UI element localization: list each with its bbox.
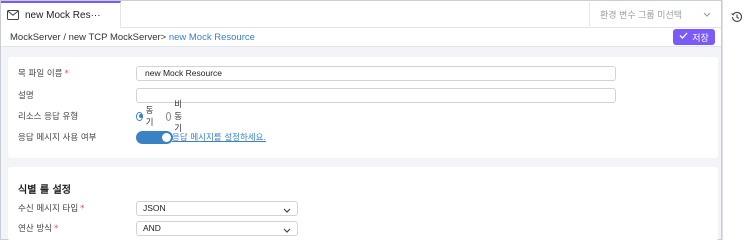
msg-type-label: 수신 메시지 타입 *: [18, 204, 85, 214]
description-input[interactable]: [136, 87, 616, 103]
save-label: 저장: [692, 33, 709, 44]
mail-icon: [7, 9, 19, 22]
tab-label: new Mock Res···: [25, 10, 101, 21]
file-name-input[interactable]: new Mock Resource: [136, 65, 616, 81]
breadcrumb-bar: MockServer / new TCP MockServer> new Moc…: [1, 28, 721, 47]
history-icon: [731, 11, 743, 25]
msg-type-select[interactable]: JSON: [136, 200, 298, 216]
app-frame: new Mock Res··· 환경 변수 그룹 미선택 MockServer …: [0, 0, 722, 240]
identify-rules-card: 식별 룰 설정 수신 메시지 타입 * JSON 연산 방식 * AND: [8, 167, 718, 240]
description-row: 설명: [18, 87, 616, 103]
breadcrumb-path[interactable]: MockServer / new TCP MockServer>: [10, 32, 169, 43]
radio-async-circle[interactable]: [165, 111, 172, 121]
response-msg-link[interactable]: 응답 메시지를 설정하세요.: [172, 131, 266, 143]
operation-row: 연산 방식 * AND: [18, 220, 298, 236]
radio-async[interactable]: 비동기: [165, 98, 186, 134]
chevron-down-icon: [283, 226, 291, 236]
response-type-label: 리소스 응답 유형: [18, 112, 79, 122]
response-type-row: 리소스 응답 유형 동기 비동기: [18, 100, 182, 134]
operation-label: 연산 방식 *: [18, 224, 59, 234]
chevron-down-icon: [703, 10, 711, 20]
radio-sync[interactable]: 동기: [136, 104, 156, 128]
check-icon: [679, 32, 688, 42]
breadcrumb: MockServer / new TCP MockServer> new Moc…: [10, 32, 255, 43]
tab-bar: new Mock Res··· 환경 변수 그룹 미선택: [1, 1, 721, 28]
file-name-row: 목 파일 이름 * new Mock Resource: [18, 65, 616, 81]
env-group-select[interactable]: 환경 변수 그룹 미선택: [589, 3, 721, 26]
history-button[interactable]: [730, 11, 744, 25]
file-name-label: 목 파일 이름 *: [18, 69, 69, 79]
save-button[interactable]: 저장: [673, 29, 715, 45]
tab-mock-resource[interactable]: new Mock Res···: [1, 1, 121, 28]
response-msg-toggle[interactable]: [136, 130, 173, 144]
chevron-down-icon: [283, 206, 291, 216]
radio-sync-circle[interactable]: [136, 111, 143, 121]
description-label: 설명: [18, 91, 34, 101]
env-group-placeholder: 환경 변수 그룹 미선택: [600, 10, 683, 20]
msg-type-row: 수신 메시지 타입 * JSON: [18, 200, 298, 216]
basic-info-card: 목 파일 이름 * new Mock Resource 설명 리소스 응답 유형 …: [8, 57, 718, 158]
right-rail: [722, 0, 750, 240]
response-msg-label: 응답 메시지 사용 여부: [18, 133, 97, 143]
response-msg-row: 응답 메시지 사용 여부 응답 메시지를 설정하세요.: [18, 129, 266, 145]
identify-rules-title: 식별 룰 설정: [18, 185, 71, 196]
breadcrumb-current: new Mock Resource: [168, 32, 255, 43]
response-type-radio-group: 동기 비동기: [136, 98, 186, 134]
operation-select[interactable]: AND: [136, 220, 298, 236]
